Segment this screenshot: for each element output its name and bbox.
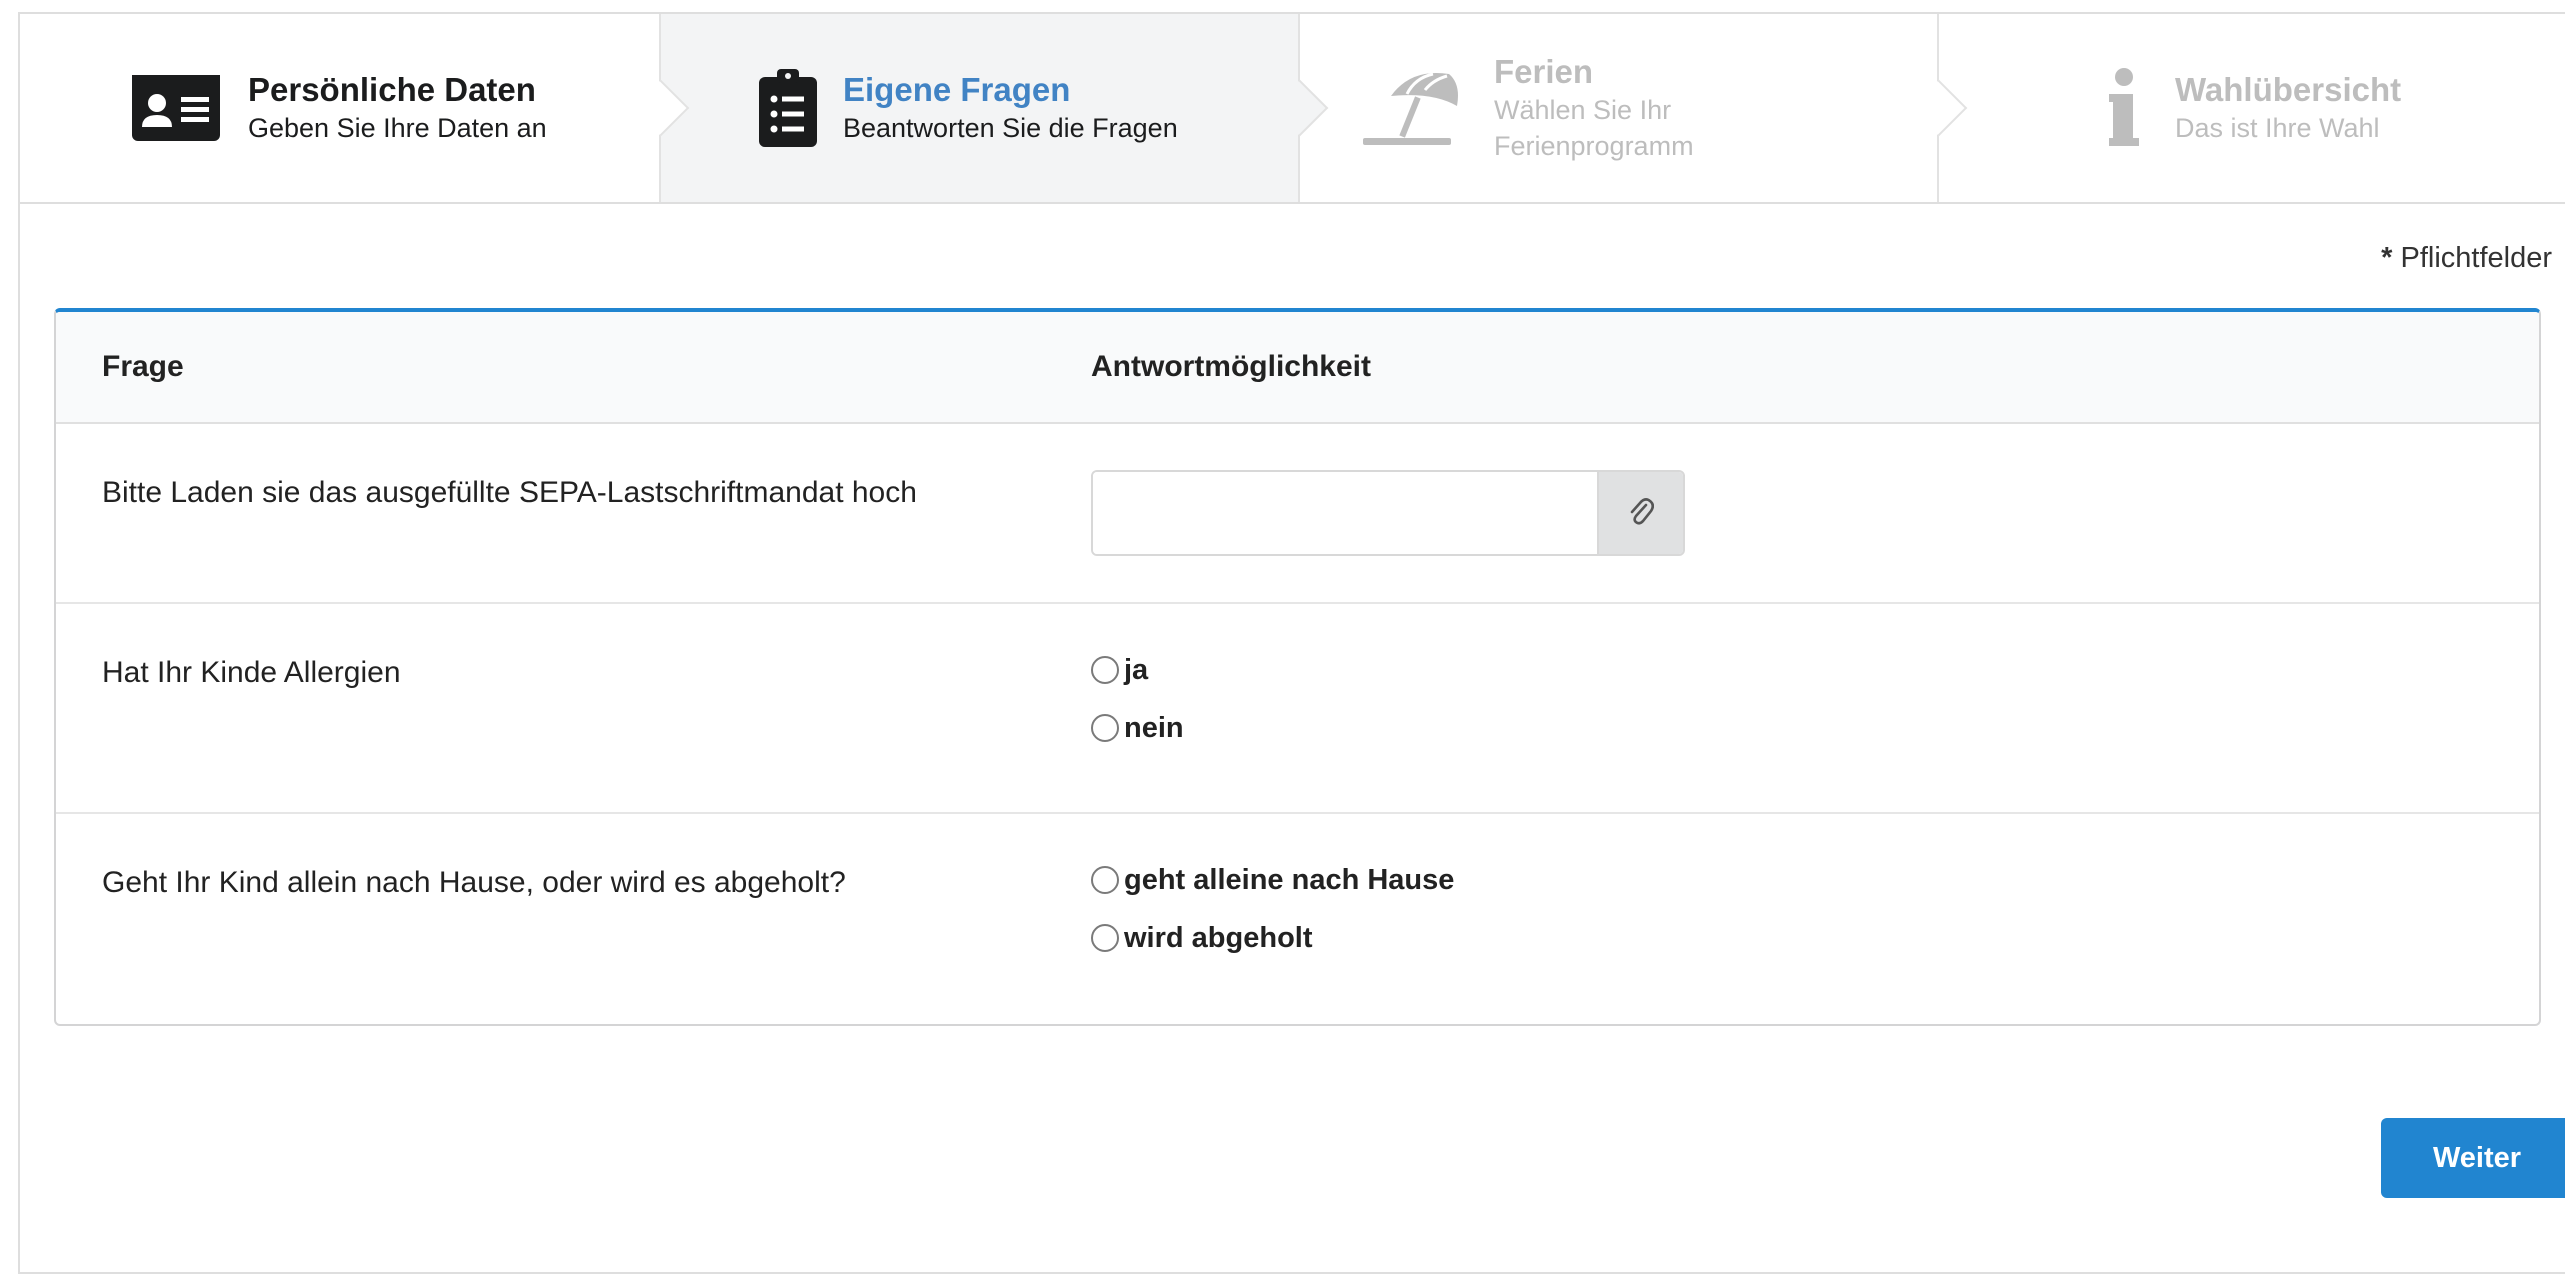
header-question: Frage [102, 350, 184, 383]
required-fields-note: * Pflichtfelder [2381, 242, 2552, 275]
radio-label: wird abgeholt [1124, 921, 1313, 954]
table-header: Frage Antwortmöglichkeit [56, 312, 2539, 424]
steps-bar: Persönliche Daten Geben Sie Ihre Daten a… [20, 14, 2565, 204]
radio-option-goes-home-alone[interactable]: geht alleine nach Hause [1091, 860, 2539, 900]
step-title: Ferien [1494, 53, 1594, 90]
beach-umbrella-icon [1362, 66, 1464, 150]
table-row: Geht Ihr Kind allein nach Hause, oder wi… [56, 814, 2539, 1024]
paperclip-icon [1628, 496, 1655, 531]
table-row: Hat Ihr Kinde Allergien ja nein [56, 604, 2539, 814]
step-description: Das ist Ihre Wahl [2175, 113, 2380, 143]
radio-label: nein [1124, 711, 1184, 744]
required-marker: * [2381, 242, 2393, 274]
header-answer: Antwortmöglichkeit [1091, 350, 1372, 383]
info-icon [2109, 68, 2139, 148]
step-description: Geben Sie Ihre Daten an [248, 113, 547, 143]
step-description: Beantworten Sie die Fragen [843, 113, 1178, 143]
required-text: Pflichtfelder [2392, 242, 2552, 274]
radio-button[interactable] [1091, 924, 1119, 952]
file-upload-field [1091, 470, 1685, 556]
question-text: Geht Ihr Kind allein nach Hause, oder wi… [102, 866, 846, 899]
radio-label: ja [1124, 653, 1149, 686]
step-description: Wählen Sie Ihr Ferienprogramm [1494, 95, 1694, 161]
question-text: Bitte Laden sie das ausgefüllte SEPA-Las… [102, 476, 917, 509]
questions-table: Frage Antwortmöglichkeit Bitte Laden sie… [54, 308, 2541, 1026]
next-button[interactable]: Weiter [2381, 1118, 2565, 1198]
step-personal-data[interactable]: Persönliche Daten Geben Sie Ihre Daten a… [20, 14, 690, 202]
radio-button[interactable] [1091, 656, 1119, 684]
radio-button[interactable] [1091, 714, 1119, 742]
step-title: Wahlübersicht [2175, 71, 2402, 108]
radio-label: geht alleine nach Hause [1124, 863, 1455, 896]
step-holidays[interactable]: Ferien Wählen Sie Ihr Ferienprogramm [1298, 14, 1968, 202]
radio-option-ja[interactable]: ja [1091, 650, 2539, 690]
question-text: Hat Ihr Kinde Allergien [102, 656, 401, 689]
clipboard-list-icon [757, 69, 819, 147]
step-title: Persönliche Daten [248, 71, 536, 108]
attach-file-button[interactable] [1597, 472, 1683, 554]
file-name-input[interactable] [1093, 472, 1597, 554]
table-row: Bitte Laden sie das ausgefüllte SEPA-Las… [56, 424, 2539, 604]
radio-option-nein[interactable]: nein [1091, 708, 2539, 748]
id-card-icon [124, 73, 228, 143]
step-selection-overview[interactable]: Wahlübersicht Das ist Ihre Wahl [1937, 14, 2565, 202]
radio-button[interactable] [1091, 866, 1119, 894]
step-own-questions[interactable]: Eigene Fragen Beantworten Sie die Fragen [659, 14, 1329, 202]
radio-option-picked-up[interactable]: wird abgeholt [1091, 918, 2539, 958]
form-container: Persönliche Daten Geben Sie Ihre Daten a… [18, 12, 2565, 1274]
step-title: Eigene Fragen [843, 71, 1071, 108]
